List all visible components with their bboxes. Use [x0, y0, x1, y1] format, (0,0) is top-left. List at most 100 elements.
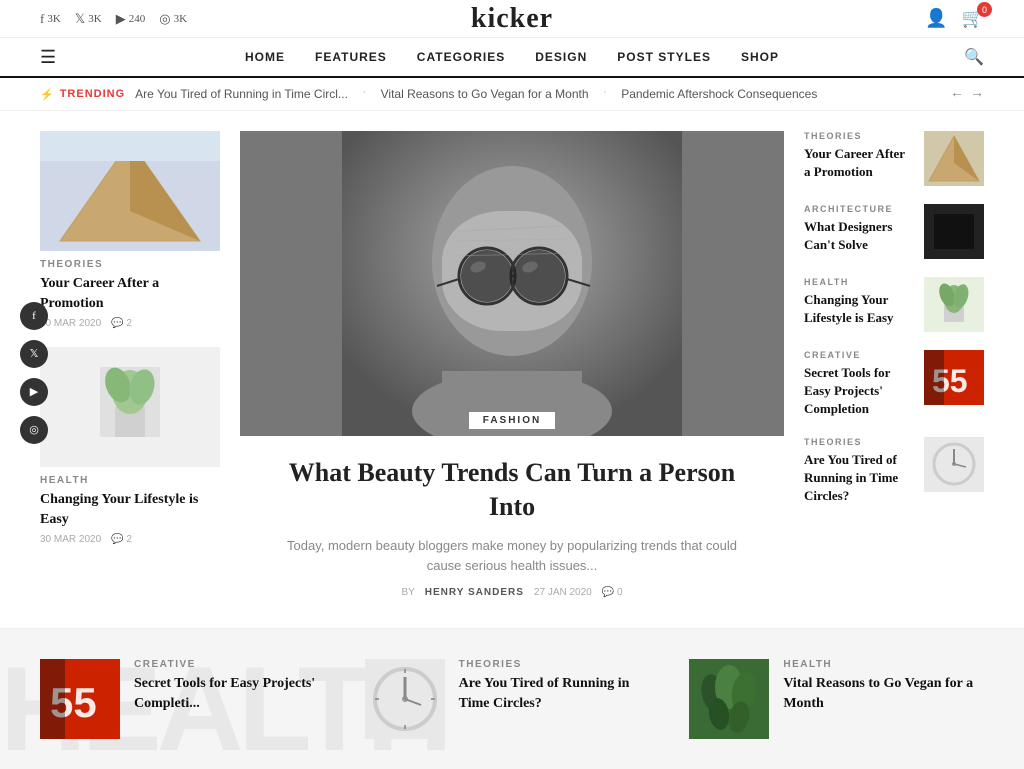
left-article-2[interactable]: HEALTH Changing Your Lifestyle is Easy 3… [40, 347, 220, 545]
right-article-3-image [924, 277, 984, 332]
twitter-link[interactable]: 𝕏 3K [75, 11, 102, 27]
right-article-5-image [924, 437, 984, 492]
instagram-link[interactable]: ◎ 3K [159, 11, 187, 27]
left-article-2-category: HEALTH [40, 475, 220, 486]
bottom-card-3-title: Vital Reasons to Go Vegan for a Month [783, 674, 984, 713]
bottom-card-1-text: CREATIVE Secret Tools for Easy Projects'… [134, 659, 335, 713]
right-article-2-image [924, 204, 984, 259]
featured-image: FASHION [240, 131, 784, 436]
featured-excerpt: Today, modern beauty bloggers make money… [270, 536, 754, 578]
trending-prev[interactable]: ← [950, 86, 964, 102]
right-article-2-title: What Designers Can't Solve [804, 218, 914, 254]
site-title: kicker [471, 3, 553, 35]
sidebar-twitter[interactable]: 𝕏 [20, 340, 48, 368]
trending-item-3[interactable]: Pandemic Aftershock Consequences [621, 87, 817, 101]
right-article-2[interactable]: ARCHITECTURE What Designers Can't Solve [804, 204, 984, 259]
instagram-count: 3K [174, 13, 187, 25]
left-article-2-meta: 30 MAR 2020 💬 2 [40, 534, 220, 545]
sidebar-instagram[interactable]: ◎ [20, 416, 48, 444]
trending-label: ⚡ TRENDING [40, 88, 125, 101]
featured-title: What Beauty Trends Can Turn a Person Int… [270, 456, 754, 524]
featured-category-badge: FASHION [469, 412, 555, 429]
sidebar-youtube[interactable]: ▶ [20, 378, 48, 406]
featured-text: What Beauty Trends Can Turn a Person Int… [240, 436, 784, 608]
nav-shop[interactable]: SHOP [741, 50, 779, 64]
right-article-1-image [924, 131, 984, 186]
twitter-count: 3K [88, 13, 101, 25]
trending-item-2[interactable]: Vital Reasons to Go Vegan for a Month [381, 87, 589, 101]
right-article-4-category: CREATIVE [804, 350, 914, 360]
top-bar: f 3K 𝕏 3K ▶ 240 ◎ 3K kicker 👤 🛒 0 [0, 0, 1024, 38]
social-sidebar: f 𝕏 ▶ ◎ [20, 302, 48, 444]
facebook-link[interactable]: f 3K [40, 11, 61, 27]
bottom-card-2-image [365, 659, 445, 739]
left-article-1-title: Your Career After a Promotion [40, 274, 220, 313]
right-article-1[interactable]: THEORIES Your Career After a Promotion [804, 131, 984, 186]
bottom-articles: 55 CREATIVE Secret Tools for Easy Projec… [40, 659, 984, 739]
left-article-2-comments: 💬 2 [111, 534, 132, 545]
right-article-2-category: ARCHITECTURE [804, 204, 914, 214]
facebook-count: 3K [47, 13, 60, 25]
right-article-5[interactable]: THEORIES Are You Tired of Running in Tim… [804, 437, 984, 506]
trending-next[interactable]: → [970, 86, 984, 102]
bottom-card-2[interactable]: THEORIES Are You Tired of Running in Tim… [365, 659, 660, 739]
trending-bar: ⚡ TRENDING Are You Tired of Running in T… [0, 78, 1024, 111]
trending-icon: ⚡ [40, 88, 55, 101]
trending-item-1[interactable]: Are You Tired of Running in Time Circl..… [135, 87, 348, 101]
left-article-1[interactable]: THEORIES Your Career After a Promotion 3… [40, 131, 220, 329]
featured-meta: BY HENRY SANDERS 27 JAN 2020 💬 0 [270, 587, 754, 598]
left-article-2-image [40, 347, 220, 467]
bottom-card-2-text: THEORIES Are You Tired of Running in Tim… [459, 659, 660, 713]
featured-date: 27 JAN 2020 [534, 587, 592, 598]
right-article-3-title: Changing Your Lifestyle is Easy [804, 291, 914, 327]
left-article-1-category: THEORIES [40, 259, 220, 270]
featured-comments: 💬 0 [602, 587, 623, 598]
right-article-5-category: THEORIES [804, 437, 914, 447]
right-article-4-title: Secret Tools for Easy Projects' Completi… [804, 364, 914, 419]
hamburger-button[interactable]: ☰ [40, 47, 56, 68]
left-article-1-date: 30 MAR 2020 [40, 318, 101, 329]
right-article-3[interactable]: HEALTH Changing Your Lifestyle is Easy [804, 277, 984, 332]
instagram-icon: ◎ [159, 11, 170, 27]
featured-author: HENRY SANDERS [425, 587, 524, 598]
top-right-icons: 👤 🛒 0 [925, 8, 984, 29]
nav-home[interactable]: HOME [245, 50, 285, 64]
right-article-1-category: THEORIES [804, 131, 914, 141]
nav-categories[interactable]: CATEGORIES [417, 50, 505, 64]
trending-arrows: ← → [950, 86, 984, 102]
left-article-2-date: 30 MAR 2020 [40, 534, 101, 545]
sidebar-facebook[interactable]: f [20, 302, 48, 330]
right-article-4[interactable]: CREATIVE Secret Tools for Easy Projects'… [804, 350, 984, 419]
nav-design[interactable]: DESIGN [535, 50, 587, 64]
youtube-icon: ▶ [116, 11, 126, 27]
bottom-card-1-image: 55 [40, 659, 120, 739]
left-article-2-title: Changing Your Lifestyle is Easy [40, 490, 220, 529]
trending-items: Are You Tired of Running in Time Circl..… [135, 86, 940, 102]
right-article-5-title: Are You Tired of Running in Time Circles… [804, 451, 914, 506]
youtube-count: 240 [129, 13, 146, 25]
bottom-card-1-title: Secret Tools for Easy Projects' Completi… [134, 674, 335, 713]
search-button[interactable]: 🔍 [964, 47, 984, 67]
youtube-link[interactable]: ▶ 240 [116, 11, 146, 27]
nav-features[interactable]: FEATURES [315, 50, 387, 64]
right-article-2-text: ARCHITECTURE What Designers Can't Solve [804, 204, 914, 254]
right-article-1-text: THEORIES Your Career After a Promotion [804, 131, 914, 181]
right-article-3-category: HEALTH [804, 277, 914, 287]
bottom-section: HEALTH 55 CREATIVE Secret Tools for Easy… [0, 628, 1024, 769]
nav-post-styles[interactable]: POST STYLES [617, 50, 711, 64]
right-article-4-image: 55 [924, 350, 984, 405]
right-article-4-text: CREATIVE Secret Tools for Easy Projects'… [804, 350, 914, 419]
right-article-3-text: HEALTH Changing Your Lifestyle is Easy [804, 277, 914, 327]
cart-badge: 0 [977, 2, 992, 17]
facebook-icon: f [40, 11, 44, 27]
bottom-card-2-title: Are You Tired of Running in Time Circles… [459, 674, 660, 713]
right-column: THEORIES Your Career After a Promotion A… [804, 131, 984, 608]
bottom-card-3[interactable]: HEALTH Vital Reasons to Go Vegan for a M… [689, 659, 984, 739]
cart-icon[interactable]: 🛒 0 [962, 8, 984, 29]
user-icon[interactable]: 👤 [925, 8, 947, 29]
right-article-5-text: THEORIES Are You Tired of Running in Tim… [804, 437, 914, 506]
featured-article[interactable]: FASHION What Beauty Trends Can Turn a Pe… [240, 131, 784, 608]
left-column: THEORIES Your Career After a Promotion 3… [40, 131, 220, 608]
bottom-card-2-category: THEORIES [459, 659, 660, 670]
bottom-card-1[interactable]: 55 CREATIVE Secret Tools for Easy Projec… [40, 659, 335, 739]
